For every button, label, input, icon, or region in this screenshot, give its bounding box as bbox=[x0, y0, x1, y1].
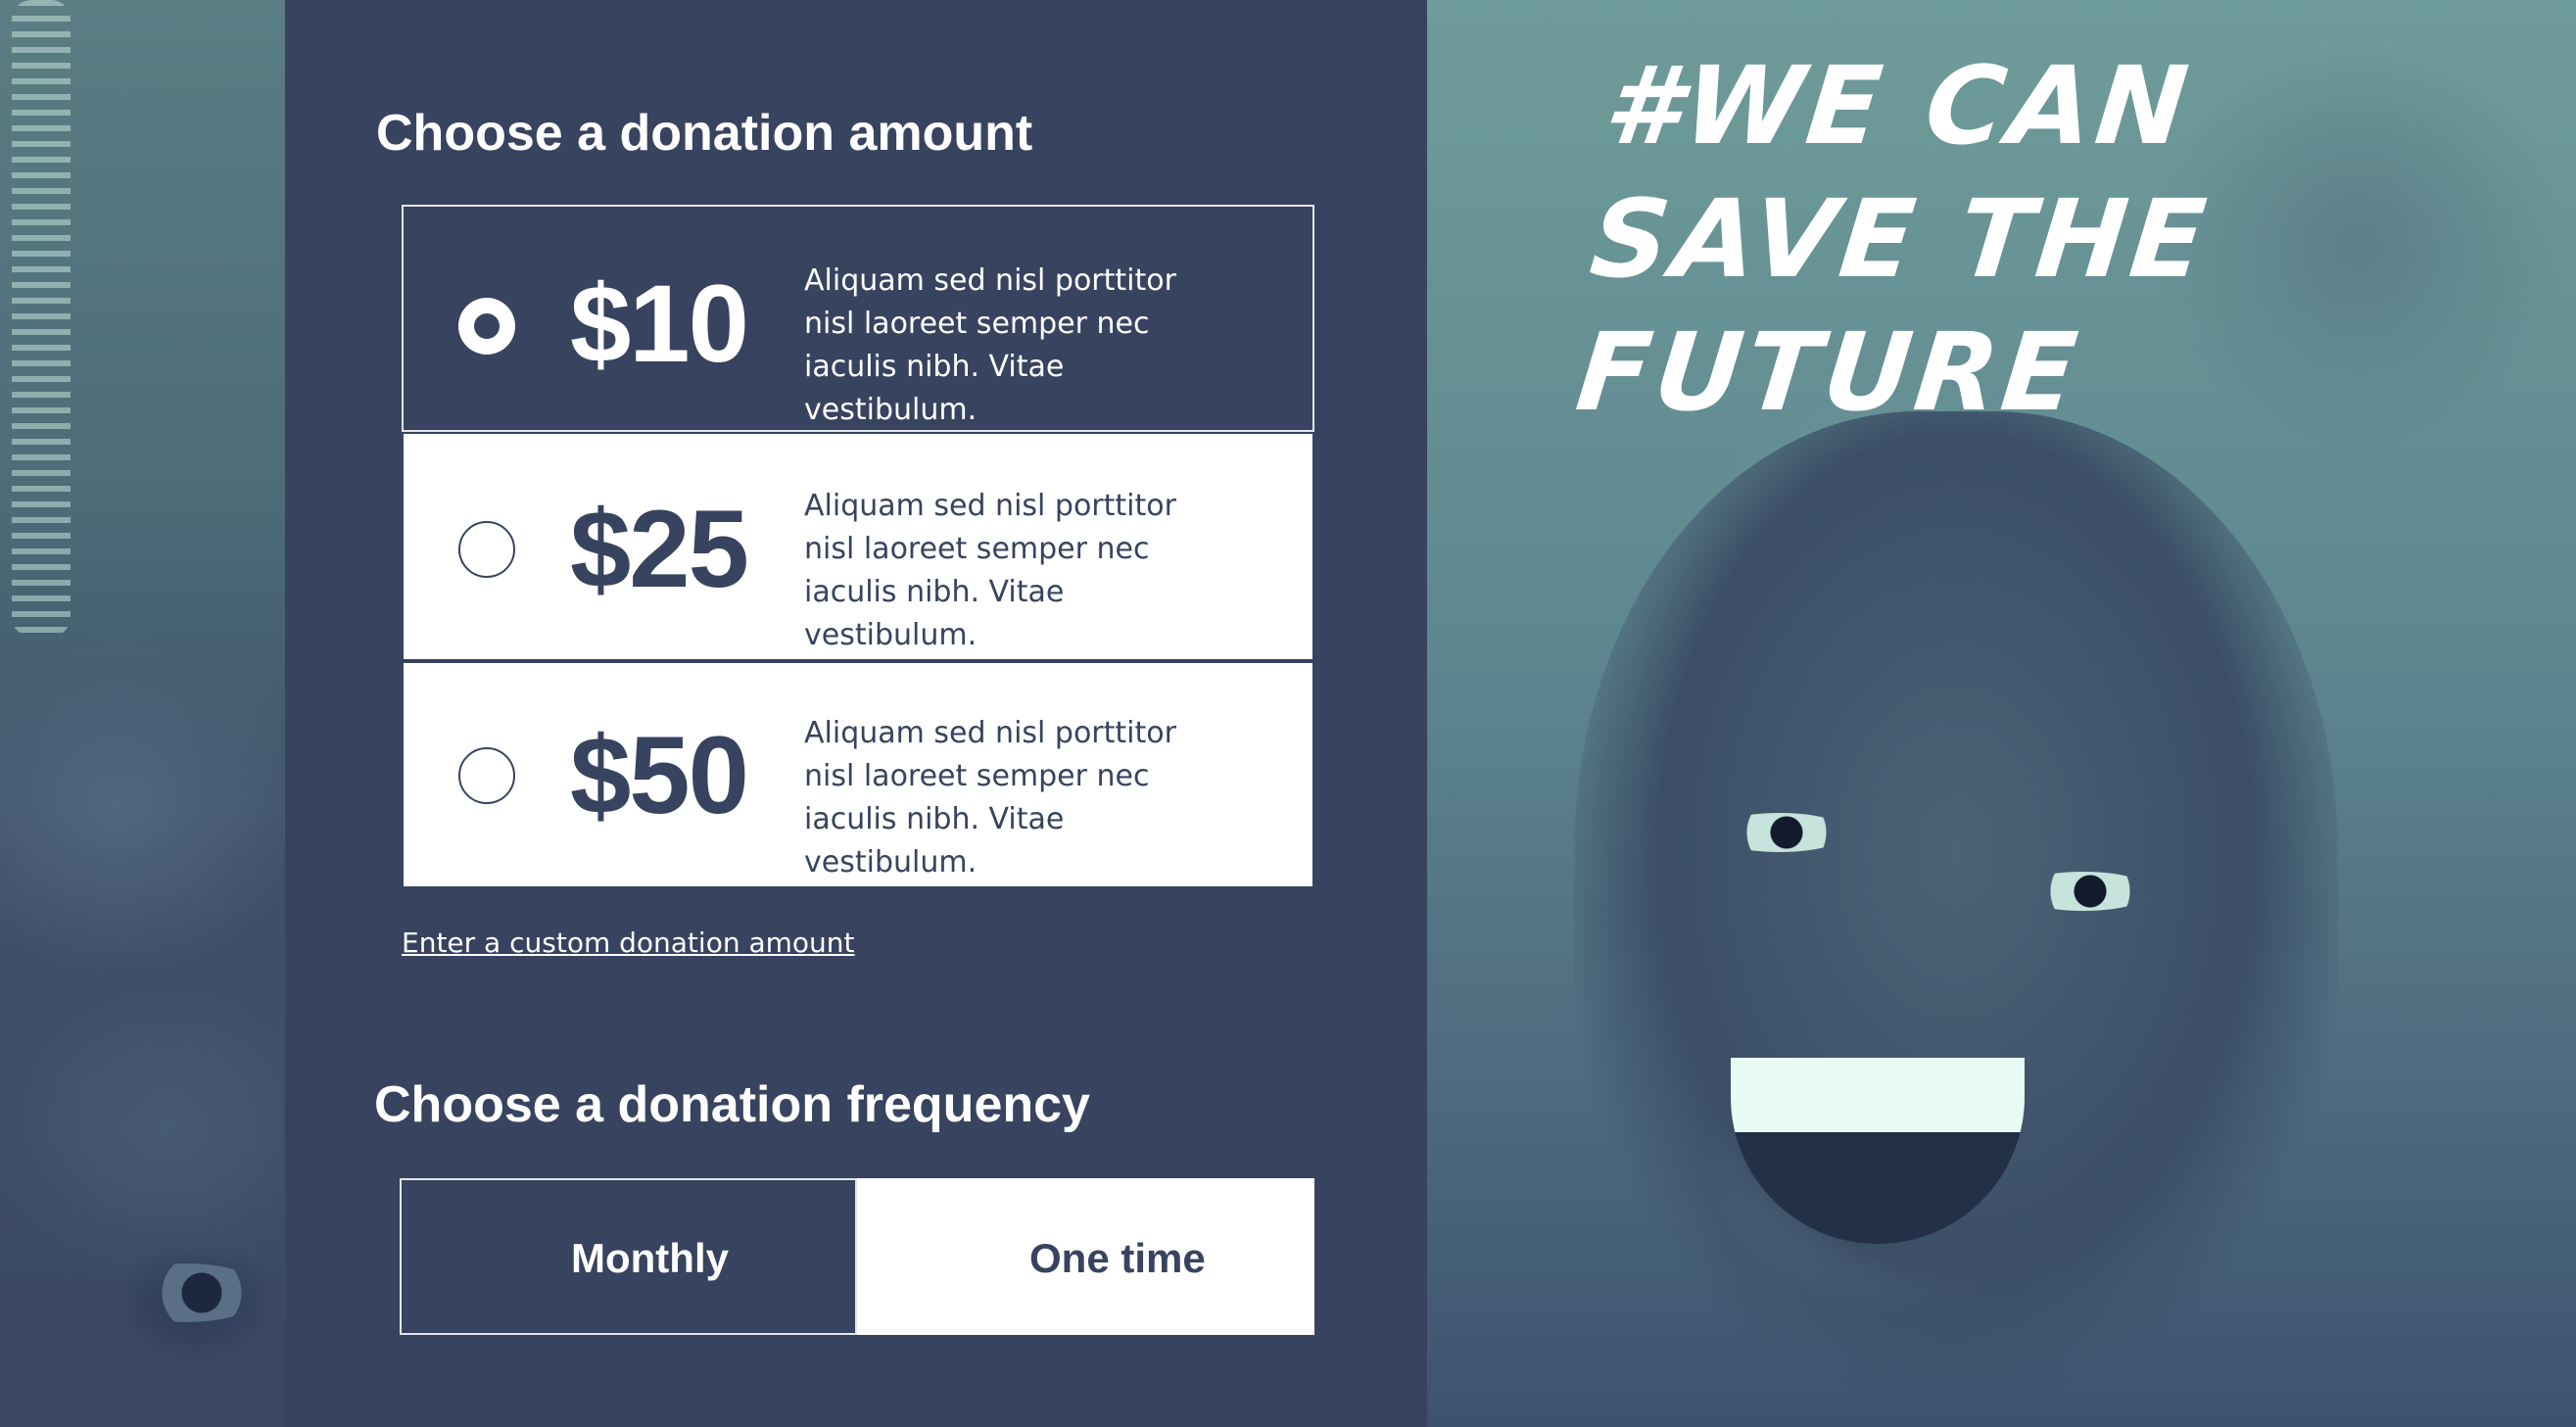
radio-unselected-icon[interactable] bbox=[458, 747, 515, 804]
photo-eye-detail bbox=[1711, 813, 1848, 852]
amount-value: $10 bbox=[570, 262, 749, 385]
frequency-label: Monthly bbox=[571, 1235, 729, 1281]
custom-amount-link[interactable]: Enter a custom donation amount bbox=[402, 927, 855, 959]
left-photo-strip bbox=[0, 0, 285, 1427]
amount-value: $50 bbox=[570, 714, 749, 836]
frequency-section-title: Choose a donation frequency bbox=[374, 1076, 1090, 1133]
radio-selected-icon[interactable] bbox=[458, 298, 515, 355]
amount-option-50[interactable]: $50 Aliquam sed nisl porttitor nisl laor… bbox=[402, 661, 1314, 888]
amount-section-title: Choose a donation amount bbox=[376, 105, 1033, 162]
frequency-label: One time bbox=[1029, 1235, 1206, 1281]
amount-option-10[interactable]: $10 Aliquam sed nisl porttitor nisl laor… bbox=[402, 205, 1314, 432]
amount-value: $25 bbox=[570, 488, 749, 610]
slogan-line: #WE CAN bbox=[1598, 43, 2198, 168]
radio-unselected-icon[interactable] bbox=[458, 521, 515, 578]
amount-description: Aliquam sed nisl porttitor nisl laoreet … bbox=[804, 489, 1176, 652]
slogan-line: FUTURE bbox=[1570, 309, 2087, 435]
amount-option-25[interactable]: $25 Aliquam sed nisl porttitor nisl laor… bbox=[402, 432, 1314, 661]
frequency-option-monthly[interactable]: Monthly bbox=[400, 1178, 857, 1335]
slogan-line: SAVE THE bbox=[1585, 176, 2216, 302]
donation-amount-options: $10 Aliquam sed nisl porttitor nisl laor… bbox=[402, 205, 1314, 888]
radio-unselected-icon[interactable] bbox=[914, 1230, 971, 1287]
radio-selected-icon[interactable] bbox=[458, 1230, 515, 1287]
photo-eye-detail bbox=[2015, 872, 2152, 911]
donation-panel: Choose a donation amount $10 Aliquam sed… bbox=[285, 0, 1427, 1427]
photo-face-detail bbox=[1574, 411, 2338, 1391]
hair-braid-detail bbox=[12, 0, 71, 637]
frequency-option-one-time[interactable]: One time bbox=[857, 1178, 1314, 1335]
photo-eye-detail bbox=[108, 1263, 264, 1322]
amount-description: Aliquam sed nisl porttitor nisl laoreet … bbox=[804, 716, 1176, 880]
hero-slogan: #WE CAN SAVE THE FUTURE bbox=[1571, 39, 2299, 439]
donation-frequency-options: Monthly One time bbox=[400, 1178, 1314, 1335]
amount-description: Aliquam sed nisl porttitor nisl laoreet … bbox=[804, 263, 1176, 427]
